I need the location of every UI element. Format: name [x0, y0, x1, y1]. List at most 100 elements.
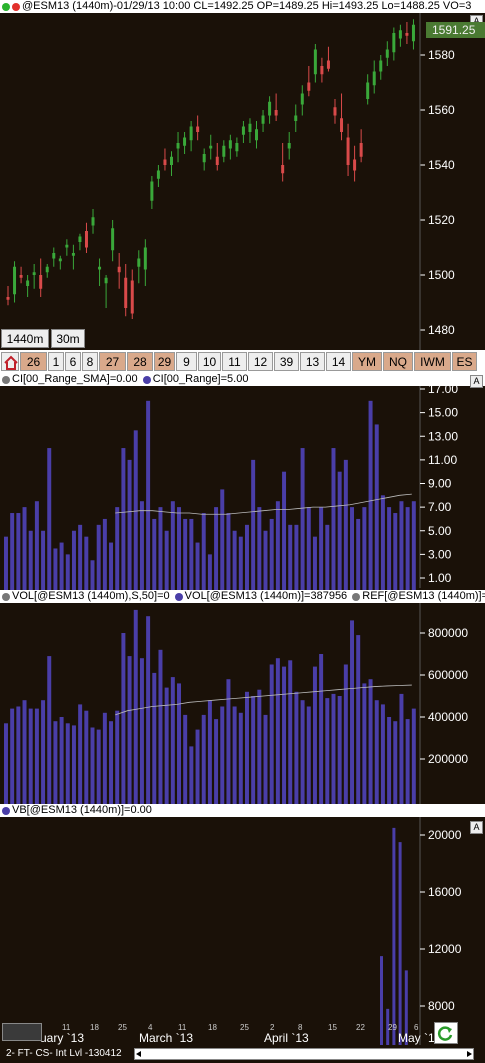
volume-bar — [275, 501, 280, 590]
volume-bar — [195, 729, 200, 804]
candle-body — [392, 33, 396, 53]
home-icon[interactable] — [1, 352, 19, 371]
candle-body — [405, 33, 409, 36]
volume-pane[interactable]: VOL[@ESM13 (1440m),S,50]=0 VOL[@ESM13 (1… — [0, 590, 485, 804]
volume-bar — [350, 620, 355, 804]
volume-bar — [226, 513, 231, 590]
symbol-button-12[interactable]: 12 — [248, 352, 273, 371]
volume-bar — [300, 700, 305, 804]
candle-body — [248, 123, 252, 132]
candle-body — [215, 156, 219, 165]
ci-chart[interactable]: 17.00 15.00 13.00 11.00 9.00 7.00 5.00 3.00 1.00 — [0, 373, 485, 590]
symbol-button-10[interactable]: 10 — [198, 352, 221, 371]
volume-bar — [158, 507, 163, 590]
symbol-button-es[interactable]: ES — [452, 352, 477, 371]
volume-bar — [312, 666, 317, 804]
scroll-left-icon[interactable] — [136, 1051, 141, 1057]
price-chart[interactable]: 1580 1560 1540 1520 1500 1480 — [0, 0, 485, 350]
candle-body — [255, 129, 259, 141]
volume-bar — [53, 548, 58, 590]
symbol-button-13[interactable]: 13 — [300, 352, 325, 371]
volume-bar — [220, 489, 225, 590]
volume-bar — [337, 696, 342, 804]
volume-bar — [170, 501, 175, 590]
volume-bar — [263, 530, 268, 590]
volume-bar — [59, 717, 64, 804]
volume-bar — [226, 679, 231, 804]
volume-bar — [109, 542, 114, 590]
volume-bar — [121, 448, 126, 590]
volume-bar — [405, 719, 410, 804]
pane-a-button[interactable]: A — [470, 821, 483, 834]
symbol-button-ym[interactable]: YM — [352, 352, 382, 371]
symbol-button-29[interactable]: 29 — [154, 352, 175, 371]
y-tick-label: 17.00 — [428, 382, 458, 396]
symbol-button-6[interactable]: 6 — [65, 352, 81, 371]
candle-body — [313, 49, 317, 75]
symbol-button-27[interactable]: 27 — [99, 352, 126, 371]
candle-body — [202, 154, 206, 163]
pane-a-button[interactable]: A — [470, 375, 483, 388]
timeframe-30m-button[interactable]: 30m — [51, 329, 85, 348]
volume-bar — [393, 721, 398, 804]
status-bar: 2- FT- CS- Int Lvl -130412 — [0, 1045, 485, 1063]
symbol-button-39[interactable]: 39 — [274, 352, 299, 371]
candle-body — [372, 71, 376, 86]
volume-bar — [78, 524, 83, 590]
volume-bar — [115, 507, 120, 590]
refresh-button[interactable] — [434, 1022, 458, 1044]
day-tick-label: 18 — [90, 1023, 99, 1032]
candle-body — [26, 280, 30, 286]
volume-bar — [380, 495, 385, 590]
candle-body — [346, 137, 350, 165]
symbol-button-28[interactable]: 28 — [127, 352, 153, 371]
vb-pane[interactable]: VB[@ESM13 (1440m)]=0.00 20000 16000 12000 8… — [0, 804, 485, 1045]
scroll-right-icon[interactable] — [467, 1051, 472, 1057]
time-scroll-thumb[interactable] — [2, 1023, 42, 1041]
candle-body — [143, 247, 147, 270]
ci-pane[interactable]: CI[00_Range_SMA]=0.00 CI[00_Range]=5.00 … — [0, 373, 485, 590]
price-y-axis: 1580 1560 1540 1520 1500 1480 — [420, 48, 455, 337]
volume-bar — [207, 700, 212, 804]
y-tick-label: 1540 — [428, 158, 455, 172]
day-tick-label: 8 — [298, 1023, 303, 1032]
volume-bar — [399, 693, 404, 804]
volume-bar — [139, 501, 144, 590]
volume-bar — [53, 721, 58, 804]
horizontal-scrollbar[interactable] — [134, 1048, 474, 1060]
y-tick-label: 9.00 — [428, 477, 452, 491]
volume-bar — [214, 719, 219, 804]
volume-bar — [34, 501, 39, 590]
day-tick-label: 29 — [388, 1023, 397, 1032]
volume-bar — [269, 518, 274, 590]
volume-bar — [257, 689, 262, 804]
price-pane[interactable]: @ESM13 (1440m)-01/29/13 10:00 CL=1492.25… — [0, 0, 485, 350]
symbol-button-11[interactable]: 11 — [222, 352, 247, 371]
vb-chart[interactable]: 20000 16000 12000 8000 uary `13 March `13 Apri… — [0, 804, 485, 1045]
symbol-button-26[interactable]: 26 — [20, 352, 47, 371]
candle-body — [150, 181, 154, 201]
volume-bar — [331, 448, 336, 590]
volume-bar — [84, 536, 89, 590]
volume-bar — [195, 542, 200, 590]
timeframe-1440m-button[interactable]: 1440m — [1, 329, 49, 348]
volume-bar — [319, 654, 324, 804]
symbol-button-1[interactable]: 1 — [48, 352, 64, 371]
symbol-button-iwm[interactable]: IWM — [414, 352, 451, 371]
day-tick-label: 11 — [178, 1023, 187, 1032]
candle-body — [130, 280, 134, 314]
candle-body — [359, 143, 363, 157]
symbol-button-8[interactable]: 8 — [82, 352, 98, 371]
volume-bar — [288, 524, 293, 590]
symbol-button-9[interactable]: 9 — [176, 352, 197, 371]
volume-bar — [306, 706, 311, 804]
candle-body — [91, 217, 95, 226]
symbol-button-nq[interactable]: NQ — [383, 352, 413, 371]
candle-body — [169, 156, 173, 165]
symbol-button-14[interactable]: 14 — [326, 352, 351, 371]
candle-body — [39, 275, 43, 289]
y-tick-label: 1500 — [428, 268, 455, 282]
volume-bar — [294, 524, 299, 590]
volume-chart[interactable]: 800000 600000 400000 200000 — [0, 590, 485, 804]
volume-bar — [183, 714, 188, 804]
